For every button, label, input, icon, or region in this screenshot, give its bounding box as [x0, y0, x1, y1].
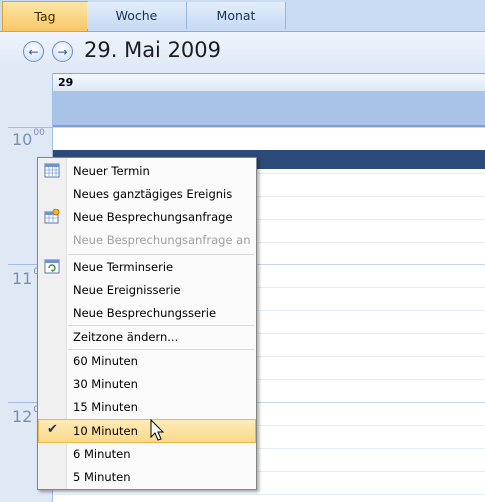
date-navigation-bar: ← → 29. Mai 2009 [0, 32, 485, 73]
hour-label-10: 1000 [12, 128, 45, 149]
menu-item-label: Neues ganztägiges Ereignis [73, 187, 233, 201]
mouse-pointer-icon [150, 419, 165, 441]
menu-item-new-recurring-meeting[interactable]: Neue Besprechungsserie [39, 302, 255, 324]
menu-item-label: Neue Besprechungsanfrage an [73, 233, 251, 247]
menu-item-label: 5 Minuten [73, 470, 131, 484]
menu-item-60-minutes[interactable]: 60 Minuten [39, 350, 255, 372]
hour-divider [8, 127, 52, 128]
checkmark-icon: ✔ [47, 422, 58, 437]
all-day-event-area[interactable] [53, 91, 485, 127]
menu-item-label: Neue Besprechungsanfrage [73, 210, 233, 224]
menu-item-label: Neue Ereignisserie [73, 283, 181, 297]
menu-item-label: Neuer Termin [73, 164, 150, 178]
menu-item-label: 15 Minuten [73, 400, 138, 414]
menu-item-15-minutes[interactable]: 15 Minuten [39, 396, 255, 418]
day-number: 29 [58, 76, 74, 89]
meeting-request-icon [44, 209, 60, 224]
menu-item-5-minutes[interactable]: 5 Minuten [39, 466, 255, 488]
menu-item-10-minutes[interactable]: ✔ 10 Minuten [38, 419, 256, 443]
arrow-right-icon[interactable]: → [52, 41, 73, 62]
slot-line [53, 494, 485, 495]
calendar-icon [44, 163, 60, 178]
arrow-left-icon[interactable]: ← [23, 41, 44, 62]
tab-month[interactable]: Monat [187, 2, 286, 29]
menu-item-6-minutes[interactable]: 6 Minuten [39, 443, 255, 465]
menu-item-label: 10 Minuten [73, 424, 138, 438]
date-title: 29. Mai 2009 [84, 38, 222, 62]
menu-item-new-all-day-event[interactable]: Neues ganztägiges Ereignis [39, 183, 255, 205]
menu-item-new-meeting-request[interactable]: Neue Besprechungsanfrage [39, 206, 255, 228]
menu-item-label: Neue Terminserie [73, 260, 174, 274]
menu-item-label: 60 Minuten [73, 354, 138, 368]
menu-separator [68, 254, 254, 255]
menu-item-label: Zeitzone ändern... [73, 330, 179, 344]
slot-line [53, 127, 485, 128]
menu-item-label: 6 Minuten [73, 447, 131, 461]
menu-item-new-appointment[interactable]: Neuer Termin [39, 160, 255, 182]
menu-item-30-minutes[interactable]: 30 Minuten [39, 373, 255, 395]
view-tab-bar: Tag Woche Monat [0, 0, 485, 32]
tab-week[interactable]: Woche [87, 2, 187, 29]
menu-item-new-meeting-request-to: Neue Besprechungsanfrage an [39, 229, 255, 251]
tab-day[interactable]: Tag [2, 1, 88, 32]
recurring-appointment-icon [44, 259, 60, 274]
menu-item-change-time-zone[interactable]: Zeitzone ändern... [39, 326, 255, 348]
menu-item-new-recurring-event[interactable]: Neue Ereignisserie [39, 279, 255, 301]
context-menu: Neuer Termin Neues ganztägiges Ereignis … [37, 157, 257, 490]
day-header[interactable]: 29 [53, 73, 485, 92]
menu-item-label: Neue Besprechungsserie [73, 306, 217, 320]
menu-item-label: 30 Minuten [73, 377, 138, 391]
menu-item-new-recurring-appointment[interactable]: Neue Terminserie [39, 256, 255, 278]
